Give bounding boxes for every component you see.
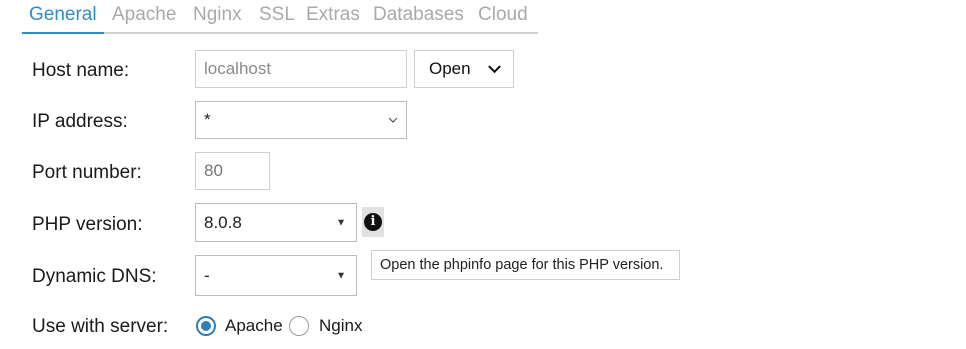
use-with-server-label: Use with server: — [32, 316, 169, 337]
ip-address-value: * — [204, 110, 211, 129]
ip-address-label: IP address: — [32, 111, 128, 132]
port-number-input[interactable] — [195, 152, 270, 190]
tab-databases[interactable]: Databases — [373, 4, 464, 26]
dynamic-dns-label: Dynamic DNS: — [32, 266, 157, 287]
info-icon: i — [364, 213, 382, 231]
tab-apache[interactable]: Apache — [112, 4, 176, 26]
tab-extras[interactable]: Extras — [306, 4, 360, 26]
open-dropdown-button[interactable]: Open — [414, 50, 514, 88]
tab-general[interactable]: General — [29, 4, 97, 26]
tab-nginx[interactable]: Nginx — [193, 4, 242, 26]
radio-apache-label[interactable]: Apache — [225, 316, 283, 336]
ip-address-select[interactable]: * — [195, 101, 407, 139]
chevron-down-icon — [488, 60, 501, 74]
chevron-down-icon — [388, 114, 398, 123]
phpinfo-button[interactable]: i — [362, 207, 384, 237]
tab-bar: General Apache Nginx SSL Extras Database… — [22, 0, 538, 34]
php-version-select[interactable]: 8.0.8 ▼ — [195, 203, 357, 242]
php-version-value: 8.0.8 — [204, 212, 242, 232]
port-number-label: Port number: — [32, 162, 142, 183]
phpinfo-tooltip: Open the phpinfo page for this PHP versi… — [371, 250, 680, 280]
dynamic-dns-value: - — [204, 265, 210, 285]
tab-cloud[interactable]: Cloud — [478, 4, 528, 26]
caret-down-icon: ▼ — [336, 270, 346, 281]
host-name-label: Host name: — [32, 60, 130, 81]
tab-ssl[interactable]: SSL — [259, 4, 295, 26]
radio-nginx-label[interactable]: Nginx — [319, 316, 362, 336]
open-button-label: Open — [429, 59, 471, 78]
caret-down-icon: ▼ — [336, 217, 346, 228]
active-tab-indicator — [22, 32, 104, 34]
php-version-label: PHP version: — [32, 214, 143, 235]
host-name-input[interactable] — [195, 50, 407, 88]
dynamic-dns-select[interactable]: - ▼ — [195, 255, 357, 296]
radio-apache[interactable] — [196, 316, 216, 336]
radio-nginx[interactable] — [289, 316, 309, 336]
